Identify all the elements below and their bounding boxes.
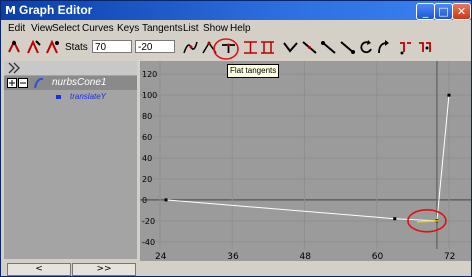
y-tick-label: 100 [142, 91, 157, 100]
y-tick-label: 0 [142, 196, 147, 205]
time-field[interactable]: 70 [92, 40, 132, 53]
scroll-left-button[interactable]: < [7, 263, 71, 276]
graph-editor-window: M Graph Editor _ □ ✕ Edit View Select Cu… [0, 0, 472, 277]
unify-tangents-button[interactable] [300, 38, 319, 57]
outliner-row-attribute[interactable]: translateY [4, 90, 137, 104]
insert-key-tool[interactable] [24, 38, 43, 57]
curve-graph[interactable]: 120100806040200-20-40243648607270 [140, 61, 471, 262]
key-point [164, 198, 168, 202]
maya-icon: M [5, 4, 16, 17]
outliner-header [4, 61, 137, 75]
y-tick-label: 80 [142, 112, 152, 121]
menu-bar: Edit View Select Curves Keys Tangents Li… [1, 21, 471, 36]
key-point [393, 217, 397, 221]
maximize-button[interactable]: □ [434, 3, 453, 20]
free-tangent-weight-button[interactable] [338, 38, 357, 57]
y-tick-label: 40 [142, 154, 152, 163]
outliner-node-label: nurbsCone1 [52, 77, 107, 88]
x-tick-label: 72 [444, 252, 455, 261]
close-button[interactable]: ✕ [452, 3, 471, 20]
menu-view[interactable]: View [31, 22, 53, 35]
key-point [447, 93, 451, 97]
x-tick-label: 24 [155, 252, 167, 261]
outliner-attribute-label: translateY [70, 92, 107, 101]
menu-help[interactable]: Help [230, 22, 251, 35]
menu-keys[interactable]: Keys [117, 22, 139, 35]
window-title: Graph Editor [19, 3, 93, 17]
snapshot-icon[interactable] [396, 38, 415, 57]
title-bar[interactable]: M Graph Editor _ □ ✕ [1, 1, 471, 20]
scroll-right-button[interactable]: >> [72, 263, 136, 276]
stats-label: Stats [65, 42, 88, 53]
x-tick-label: 48 [299, 252, 311, 261]
graph-view[interactable]: 120100806040200-20-40243648607270 [140, 61, 471, 262]
expand-collapse-icon[interactable] [7, 78, 29, 88]
swap-buffer-icon[interactable] [415, 38, 434, 57]
expand-arrows-icon[interactable] [8, 62, 20, 74]
value-field[interactable]: -20 [135, 40, 175, 53]
annotation-circle [213, 38, 239, 60]
add-key-tool[interactable] [43, 38, 62, 57]
y-tick-label: -20 [142, 217, 155, 226]
menu-list[interactable]: List [183, 22, 199, 35]
move-key-tool[interactable] [5, 38, 24, 57]
y-tick-label: 60 [142, 133, 152, 142]
tooltip: Flat tangents [227, 64, 280, 78]
menu-tangents[interactable]: Tangents [142, 22, 183, 35]
y-tick-label: 120 [142, 70, 157, 79]
weighted-tangents-button[interactable] [319, 38, 338, 57]
menu-curves[interactable]: Curves [82, 22, 114, 35]
break-tangents-button[interactable] [281, 38, 300, 57]
y-tick-label: -40 [142, 238, 155, 247]
clamped-tangents-button[interactable] [258, 38, 277, 57]
selected-tangent-handle [416, 220, 439, 223]
spline-tangents-button[interactable] [181, 38, 200, 57]
outliner-row-node[interactable]: nurbsCone1 [4, 76, 137, 90]
x-tick-label: 36 [227, 252, 239, 261]
nurbs-curve-icon [34, 77, 44, 89]
minimize-button[interactable]: _ [416, 3, 435, 20]
attribute-color-swatch [56, 95, 61, 99]
menu-select[interactable]: Select [52, 22, 80, 35]
x-tick-label: 60 [372, 252, 384, 261]
y-tick-label: 20 [142, 175, 152, 184]
menu-show[interactable]: Show [203, 22, 228, 35]
buffer-curve-icon[interactable] [374, 38, 393, 57]
menu-edit[interactable]: Edit [8, 22, 25, 35]
